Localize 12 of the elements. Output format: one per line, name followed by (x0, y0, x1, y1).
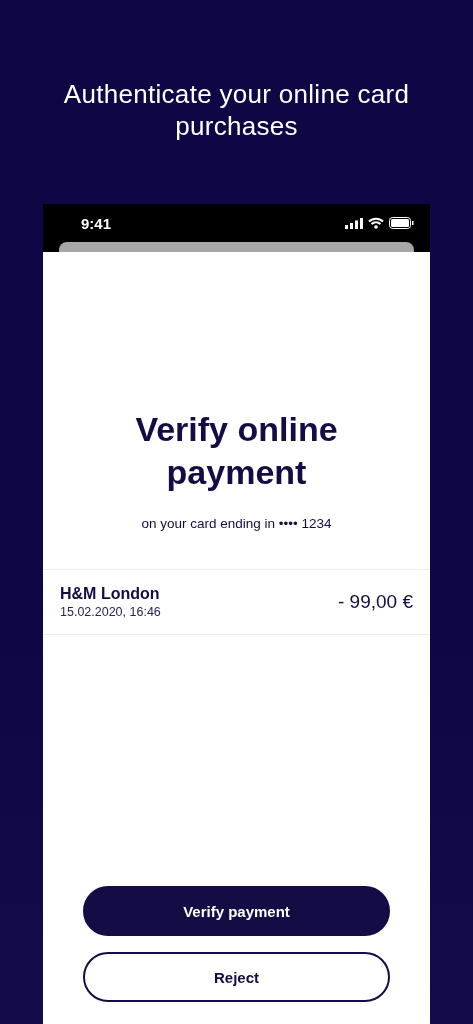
verify-button[interactable]: Verify payment (83, 886, 390, 936)
page-title: Verify online payment (134, 409, 339, 493)
reject-button[interactable]: Reject (83, 952, 390, 1002)
status-time: 9:41 (81, 214, 112, 232)
wifi-icon (368, 217, 384, 229)
transaction-amount: - 99,00 € (338, 591, 413, 613)
transaction-date: 15.02.2020, 16:46 (60, 605, 161, 619)
signal-icon (345, 217, 363, 229)
card-subtitle: on your card ending in •••• 1234 (140, 516, 333, 531)
merchant-name: H&M London (60, 585, 161, 603)
battery-icon (389, 217, 414, 229)
headline: Authenticate your online card purchases (62, 78, 411, 142)
